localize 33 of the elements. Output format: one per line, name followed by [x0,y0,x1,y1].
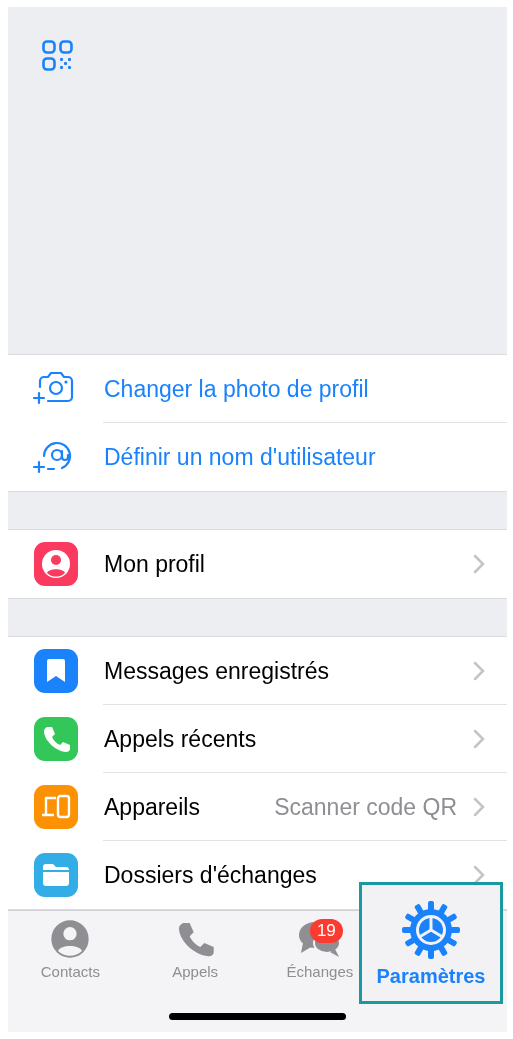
add-photo-icon [32,371,76,407]
chevron-icon [473,554,485,574]
menu-row[interactable]: Appareils Scanner code QR [8,773,507,841]
menu-row[interactable]: Mon profil [8,530,507,598]
row-label: Dossiers d'échanges [104,861,317,889]
menu-row[interactable]: Appels récents [8,705,507,773]
chevron-icon [473,661,485,681]
gear-icon [400,898,462,961]
row-label: Appels récents [104,725,257,753]
chevron-icon [473,797,485,817]
phone-icon [41,724,71,754]
row-label: Appareils [104,793,200,821]
devices-icon [40,794,72,820]
action-label: Changer la photo de profil [104,375,369,403]
chevron-icon [473,865,485,885]
menu-row[interactable]: Messages enregistrés [8,637,507,705]
bookmark-icon [44,658,68,684]
chevron-icon [473,729,485,749]
action-row[interactable]: Définir un nom d'utilisateur [8,423,507,491]
unread-badge: 19 [309,919,343,943]
person-icon [50,919,91,959]
tab[interactable]: Échanges 19 [286,919,354,989]
qr-code-icon[interactable] [42,40,73,71]
tab[interactable]: Contacts [40,919,100,989]
action-row[interactable]: Changer la photo de profil [8,355,507,423]
person-icon [41,549,71,579]
tab[interactable]: Paramètres [359,882,503,1004]
row-label: Mon profil [104,550,205,578]
row-label: Messages enregistrés [104,657,329,685]
action-label: Définir un nom d'utilisateur [104,443,376,471]
folder-icon [41,862,71,888]
tab[interactable]: Appels [172,919,219,989]
row-detail: Scanner code QR [274,793,457,821]
